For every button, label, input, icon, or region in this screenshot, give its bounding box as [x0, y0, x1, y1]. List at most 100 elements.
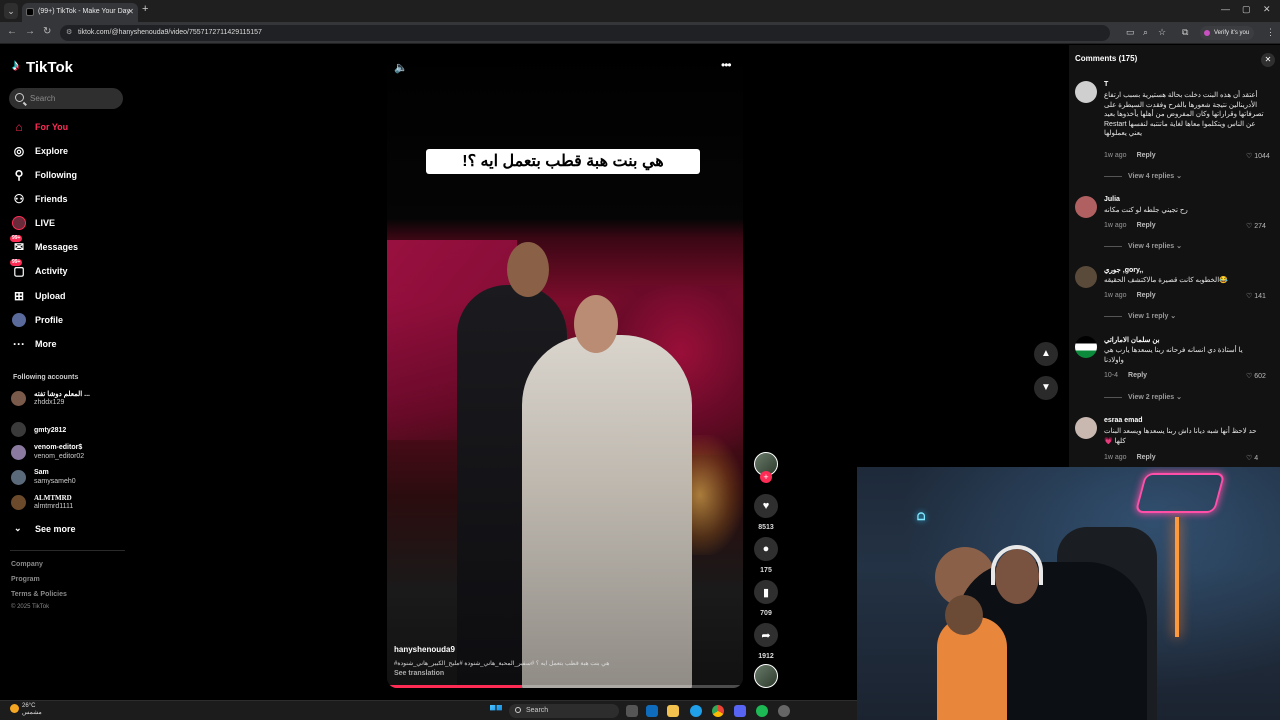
avatar[interactable]: [1075, 336, 1097, 358]
next-video-chevron-down-icon[interactable]: ▼: [1034, 376, 1058, 400]
nav-more[interactable]: ··· More: [12, 335, 127, 353]
view-replies-button[interactable]: View 4 replies ⌄: [1104, 242, 1182, 250]
nav-upload[interactable]: ⊞ Upload: [12, 287, 127, 305]
taskbar-search[interactable]: Search: [509, 704, 619, 718]
close-icon[interactable]: ✕: [127, 3, 134, 21]
see-more-button[interactable]: ⌄ See more: [14, 523, 76, 534]
volume-icon[interactable]: 🔈: [394, 61, 408, 74]
following-account[interactable]: المعلم دوشا تفته ... zhddx129: [11, 387, 131, 411]
comment-username[interactable]: جوري ,gory,,: [1104, 266, 1143, 274]
new-tab-plus-icon[interactable]: +: [142, 3, 148, 15]
chrome-icon[interactable]: [712, 705, 724, 717]
settings-icon[interactable]: [778, 705, 790, 717]
edge-icon[interactable]: [690, 705, 702, 717]
following-account[interactable]: gmty2812: [11, 418, 131, 442]
browser-menu-icon[interactable]: ⋮: [1266, 27, 1275, 38]
tiktok-logo[interactable]: TikTok: [12, 57, 73, 76]
chevron-down-icon: ⌄: [1176, 173, 1183, 180]
nav-following[interactable]: ⚲ Following: [12, 166, 127, 184]
comment-username[interactable]: T: [1104, 81, 1108, 88]
share-button[interactable]: ➦ 1912: [753, 623, 779, 660]
url-input[interactable]: ⚙ tiktok.com/@hanyshenouda9/video/755717…: [60, 25, 1110, 41]
comment-username[interactable]: esraa emad: [1104, 417, 1143, 424]
spotify-icon[interactable]: [756, 705, 768, 717]
webcam-child-head: [945, 595, 983, 635]
weather-widget[interactable]: 26°C مشمس: [10, 703, 42, 717]
extensions-icon[interactable]: ⧉: [1182, 27, 1188, 38]
see-translation-link[interactable]: See translation: [394, 670, 444, 677]
video-username[interactable]: hanyshenouda9: [394, 645, 455, 654]
comment-like-button[interactable]: ♡ 1044: [1246, 152, 1270, 160]
back-arrow-icon[interactable]: ←: [7, 26, 17, 37]
view-replies-button[interactable]: View 4 replies ⌄: [1104, 172, 1182, 180]
view-replies-button[interactable]: View 2 replies ⌄: [1104, 393, 1182, 401]
following-account[interactable]: Sam samysameh0: [11, 466, 131, 490]
reply-button[interactable]: Reply: [1128, 372, 1147, 379]
outlook-icon[interactable]: [646, 705, 658, 717]
comment-like-count: 274: [1254, 223, 1266, 230]
nav-activity[interactable]: ▢ 99+ Activity: [10, 259, 127, 280]
view-replies-button[interactable]: View 1 reply ⌄: [1104, 312, 1176, 320]
footer-terms-link[interactable]: Terms & Policies: [11, 591, 67, 598]
messages-badge: 99+: [10, 235, 23, 242]
nav-messages[interactable]: ✉ 99+ Messages: [10, 235, 127, 256]
chevron-down-icon: ⌄: [1176, 394, 1183, 401]
creator-avatar-button[interactable]: +: [753, 452, 779, 483]
discord-icon[interactable]: [734, 705, 746, 717]
browser-tab[interactable]: (99+) TikTok - Make Your Day ✕: [22, 3, 138, 22]
save-button[interactable]: ▮ 709: [753, 580, 779, 617]
forward-arrow-icon[interactable]: →: [25, 26, 35, 37]
video-progress-bar[interactable]: [387, 685, 743, 688]
minimize-icon[interactable]: —: [1221, 4, 1230, 14]
bookmark-star-icon[interactable]: ☆: [1158, 27, 1166, 38]
search-icon: [515, 707, 521, 713]
comment-like-button[interactable]: ♡ 274: [1246, 222, 1266, 230]
comment-like-button[interactable]: ♡ 602: [1246, 372, 1266, 380]
following-account[interactable]: ALMTMRD almtmrd1111: [11, 491, 131, 515]
like-button[interactable]: ♥ 8513: [753, 494, 779, 531]
window-close-icon[interactable]: ✕: [1263, 4, 1271, 15]
nav-for-you[interactable]: ⌂ For You: [12, 118, 127, 136]
reply-button[interactable]: Reply: [1137, 292, 1156, 299]
zoom-icon[interactable]: ⌕: [1143, 27, 1148, 38]
install-app-icon[interactable]: ▭: [1126, 27, 1135, 38]
search-input[interactable]: Search: [9, 88, 123, 109]
file-explorer-icon[interactable]: [667, 705, 679, 717]
footer-company-link[interactable]: Company: [11, 561, 43, 568]
footer-program-link[interactable]: Program: [11, 576, 40, 583]
site-info-icon[interactable]: ⚙: [66, 25, 72, 41]
comment-button[interactable]: ● 175: [753, 537, 779, 574]
task-view-icon[interactable]: [626, 705, 638, 717]
following-account[interactable]: venom-editor$ venom_editor02: [11, 441, 131, 465]
nav-friends[interactable]: ⚇ Friends: [12, 190, 127, 208]
nav-label: Upload: [35, 291, 66, 301]
video-player[interactable]: 🔈 ••• هي بنت هبة قطب بتعمل ايه ؟! hanysh…: [387, 45, 743, 688]
comment-time: 10-4: [1104, 372, 1119, 379]
comment-like-button[interactable]: ♡ 4: [1246, 454, 1258, 462]
search-icon: [15, 93, 24, 102]
music-disc-button[interactable]: [753, 664, 779, 688]
more-options-icon[interactable]: •••: [721, 58, 732, 72]
reply-button[interactable]: Reply: [1137, 454, 1156, 461]
comment-username[interactable]: بن سلمان الاماراتي: [1104, 336, 1160, 344]
nav-live[interactable]: LIVE: [12, 214, 127, 232]
close-icon[interactable]: ✕: [1261, 53, 1275, 67]
windows-start-icon[interactable]: [490, 705, 502, 711]
restore-icon[interactable]: ▢: [1242, 4, 1251, 15]
tab-search-button[interactable]: ⌄: [4, 3, 18, 19]
comment-like-button[interactable]: ♡ 141: [1246, 292, 1266, 300]
reload-icon[interactable]: ↻: [43, 26, 51, 37]
nav-explore[interactable]: ◎ Explore: [12, 142, 127, 160]
previous-video-chevron-up-icon[interactable]: ▲: [1034, 342, 1058, 366]
reply-button[interactable]: Reply: [1137, 222, 1156, 229]
avatar[interactable]: [1075, 266, 1097, 288]
verify-account-button[interactable]: Verify it's you: [1200, 26, 1255, 40]
comment-username[interactable]: Julia: [1104, 196, 1120, 203]
avatar[interactable]: [1075, 417, 1097, 439]
reply-button[interactable]: Reply: [1137, 152, 1156, 159]
avatar: [11, 495, 26, 510]
follow-plus-icon[interactable]: +: [760, 471, 772, 483]
avatar[interactable]: [1075, 81, 1097, 103]
nav-profile[interactable]: Profile: [12, 311, 127, 329]
avatar[interactable]: [1075, 196, 1097, 218]
